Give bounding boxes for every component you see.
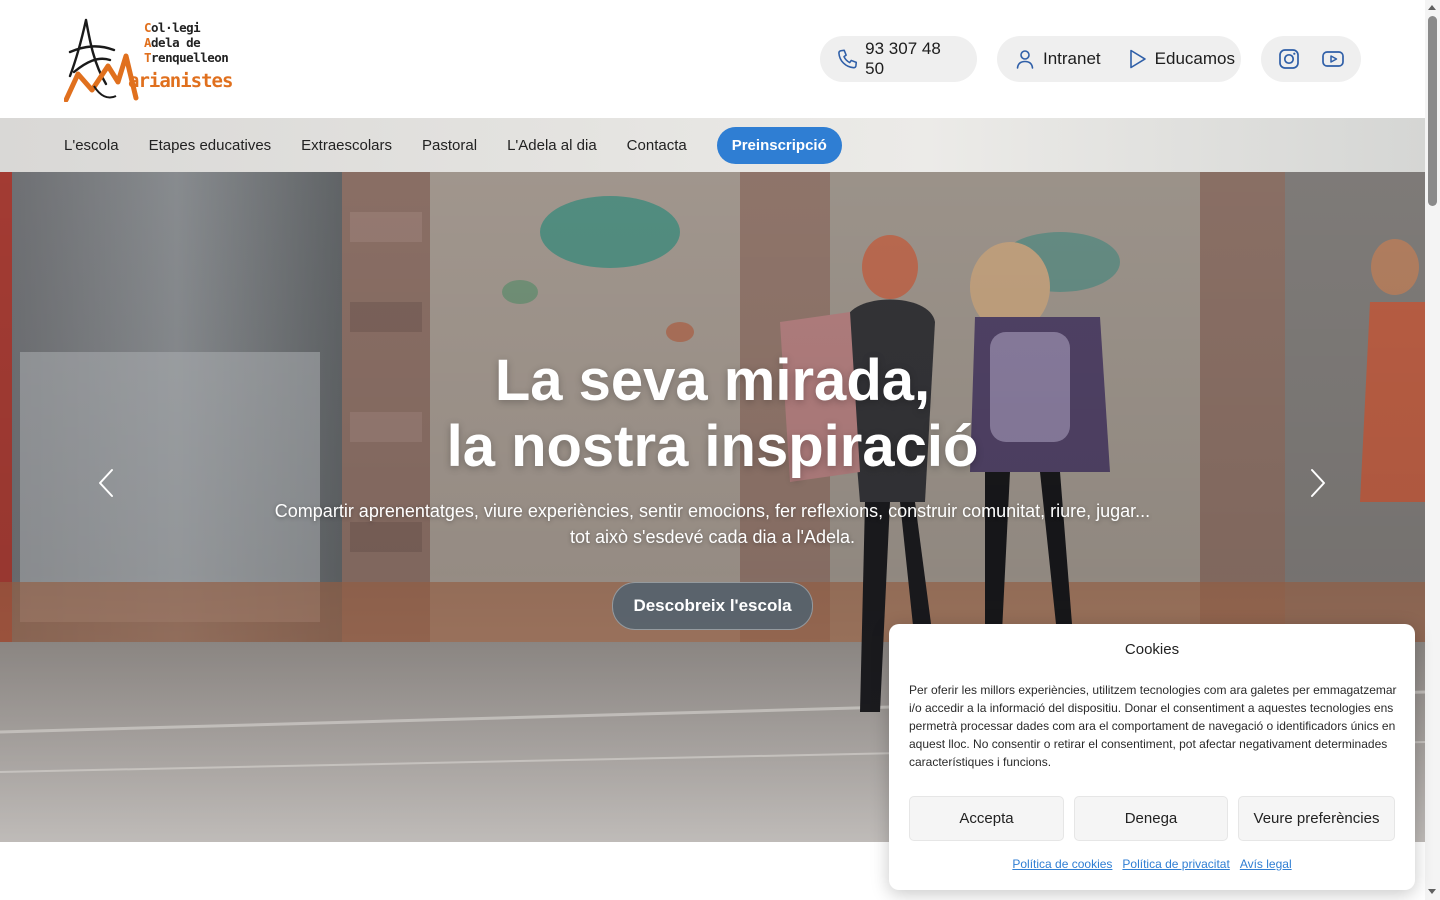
- youtube-icon[interactable]: [1321, 47, 1345, 71]
- hero-title-line1: La seva mirada,: [494, 348, 931, 413]
- intranet-label: Intranet: [1043, 49, 1101, 68]
- nav-item-extraescolars[interactable]: Extraescolars: [301, 137, 392, 154]
- page-scrollbar[interactable]: [1425, 0, 1440, 900]
- nav-item-etapes[interactable]: Etapes educatives: [149, 137, 272, 154]
- nav-item-adela-al-dia[interactable]: L'Adela al dia: [507, 137, 597, 154]
- cookie-deny-button[interactable]: Denega: [1074, 796, 1228, 841]
- cookie-links: Política de cookies Política de privacit…: [889, 857, 1415, 871]
- logo-text-line3: Trenquelleon: [144, 50, 229, 65]
- cookie-preferences-button[interactable]: Veure preferències: [1238, 796, 1395, 841]
- hero-title: La seva mirada, la nostra inspiració: [0, 348, 1425, 480]
- site-header: Col·legi Adela de Trenquelleon arianiste…: [0, 0, 1425, 118]
- legal-notice-link[interactable]: Avís legal: [1240, 857, 1292, 871]
- cookie-title: Cookies: [1124, 641, 1180, 658]
- hero-subtitle: Compartir aprenentatges, viure experiènc…: [274, 501, 1151, 547]
- cookie-policy-link[interactable]: Política de cookies: [1012, 857, 1112, 871]
- preinscripcio-button[interactable]: Preinscripció: [716, 126, 842, 164]
- social-pill: [1261, 36, 1361, 82]
- discover-school-button[interactable]: Descobreix l'escola: [612, 582, 813, 630]
- scroll-down-arrow-icon[interactable]: [1428, 889, 1436, 894]
- cookie-accept-button[interactable]: Accepta: [909, 796, 1064, 841]
- logo-text-line4: arianistes: [128, 70, 233, 92]
- nav-item-contacta[interactable]: Contacta: [627, 137, 687, 154]
- logo-text-line1: Col·legi: [144, 20, 201, 35]
- privacy-policy-link[interactable]: Política de privacitat: [1122, 857, 1229, 871]
- phone-number[interactable]: 93 307 48 50: [865, 39, 961, 79]
- play-icon: [1129, 49, 1146, 69]
- educamos-label: Educamos: [1154, 49, 1235, 68]
- user-icon: [1016, 50, 1034, 69]
- logo-text-line2: Adela de: [144, 35, 201, 50]
- intranet-link[interactable]: Intranet: [1013, 47, 1101, 71]
- phone-pill[interactable]: 93 307 48 50: [820, 36, 977, 82]
- nav-item-pastoral[interactable]: Pastoral: [422, 137, 477, 154]
- school-logo[interactable]: Col·legi Adela de Trenquelleon arianiste…: [64, 16, 233, 102]
- educamos-link[interactable]: Educamos: [1125, 47, 1235, 71]
- scroll-up-arrow-icon[interactable]: [1428, 5, 1436, 10]
- hero-title-line2: la nostra inspiració: [446, 414, 979, 479]
- cookie-text: Per oferir les millors experiències, uti…: [909, 683, 1397, 769]
- instagram-icon[interactable]: [1277, 47, 1301, 71]
- phone-icon: [838, 49, 858, 69]
- access-pill: Intranet Educamos: [997, 36, 1241, 82]
- nav-item-escola[interactable]: L'escola: [64, 137, 119, 154]
- cookie-consent-dialog: Cookies Per oferir les millors experiènc…: [889, 624, 1415, 890]
- scrollbar-thumb[interactable]: [1428, 16, 1437, 206]
- hero-content: La seva mirada, la nostra inspiració Com…: [0, 348, 1425, 630]
- main-nav: L'escola Etapes educatives Extraescolars…: [0, 118, 1425, 172]
